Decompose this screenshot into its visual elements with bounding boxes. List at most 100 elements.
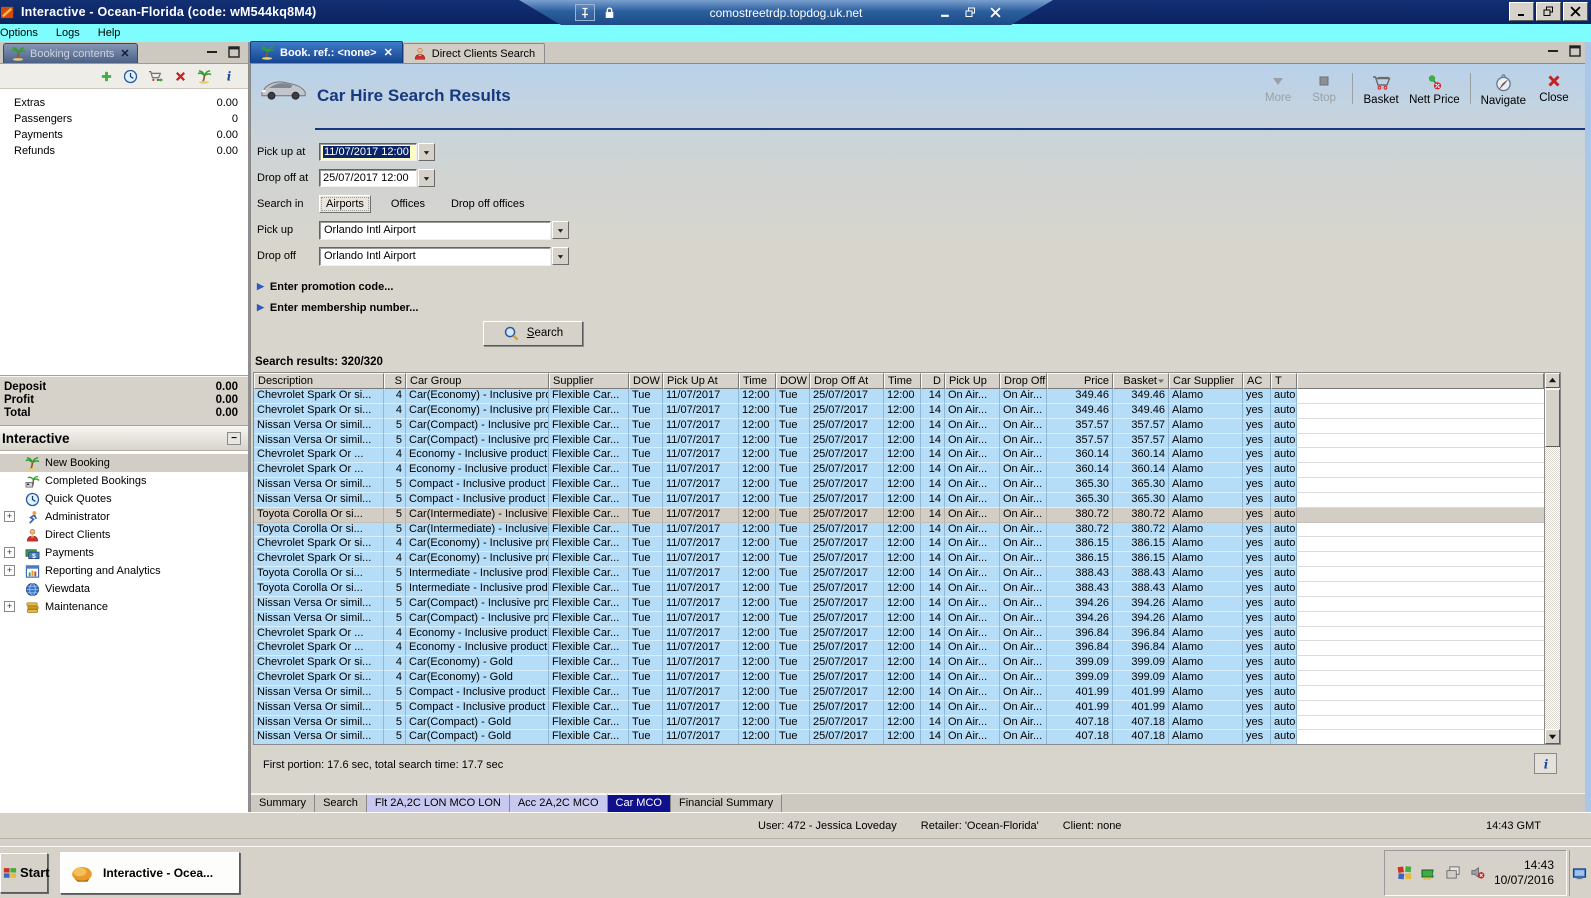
results-row[interactable]: Nissan Versa Or simil...5Car(Compact) - …	[254, 730, 1544, 745]
column-header-pick-up-at[interactable]: Pick Up At	[663, 373, 739, 389]
rdp-restore-button[interactable]	[965, 7, 976, 18]
palm-icon[interactable]	[197, 69, 212, 84]
column-header-dow[interactable]: DOW	[776, 373, 810, 389]
search-in-option-offices[interactable]: Offices	[385, 196, 431, 212]
close-button[interactable]: Close	[1531, 70, 1577, 107]
sidebar-item-viewdata[interactable]: Viewdata	[0, 580, 248, 598]
column-header-pick-up[interactable]: Pick Up	[945, 373, 1000, 389]
window-restore-button[interactable]	[1536, 2, 1561, 21]
menu-item-help[interactable]: Help	[89, 26, 130, 40]
results-row[interactable]: Nissan Versa Or simil...5Car(Compact) - …	[254, 434, 1544, 449]
results-row[interactable]: Chevrolet Spark Or si...4Car(Economy) - …	[254, 552, 1544, 567]
column-header-supplier[interactable]: Supplier	[549, 373, 629, 389]
close-icon[interactable]: ✕	[384, 46, 393, 59]
nett-price-button[interactable]: Nett Price	[1404, 70, 1465, 107]
bottom-tab-car-mco[interactable]: Car MCO	[608, 794, 671, 812]
results-row[interactable]: Nissan Versa Or simil...5Compact - Inclu…	[254, 493, 1544, 508]
navigate-button[interactable]: Navigate	[1476, 70, 1531, 107]
close-icon[interactable]: ✕	[120, 47, 129, 60]
dropoff-combo[interactable]: Orlando Intl Airport	[319, 247, 551, 266]
info-button[interactable]: i	[1534, 753, 1557, 774]
results-row[interactable]: Chevrolet Spark Or si...4Car(Economy) - …	[254, 671, 1544, 686]
results-row[interactable]: Chevrolet Spark Or si...4Car(Economy) - …	[254, 389, 1544, 404]
panel-maximize-icon[interactable]	[228, 46, 240, 58]
column-header-time[interactable]: Time	[884, 373, 921, 389]
results-row[interactable]: Toyota Corolla Or si...5Intermediate - I…	[254, 582, 1544, 597]
sidebar-item-reporting-and-analytics[interactable]: +Reporting and Analytics	[0, 562, 248, 580]
menu-item-options[interactable]: Options	[0, 26, 47, 40]
promotion-code-expander[interactable]: ▶ Enter promotion code...	[257, 276, 1585, 297]
session-icon[interactable]	[1446, 865, 1461, 880]
results-row[interactable]: Nissan Versa Or simil...5Car(Compact) - …	[254, 612, 1544, 627]
sidebar-item-maintenance[interactable]: +Maintenance	[0, 598, 248, 616]
delete-icon[interactable]	[174, 70, 187, 83]
sidebar-item-new-booking[interactable]: New Booking	[0, 454, 248, 472]
taskbar-task-interactive[interactable]: Interactive - Ocea...	[60, 852, 240, 894]
sidebar-item-payments[interactable]: +$Payments	[0, 544, 248, 562]
column-header-car-supplier[interactable]: Car Supplier	[1169, 373, 1243, 389]
membership-number-expander[interactable]: ▶ Enter membership number...	[257, 297, 1585, 318]
pickup-combo-dropdown-button[interactable]	[552, 221, 569, 239]
dropoff-combo-dropdown-button[interactable]	[552, 247, 569, 265]
dropoff-at-dropdown-button[interactable]	[418, 169, 435, 187]
panel-minimize-icon[interactable]	[1547, 45, 1559, 57]
dropoff-at-field[interactable]: 25/07/2017 12:00	[319, 169, 417, 187]
results-row[interactable]: Toyota Corolla Or si...5Car(Intermediate…	[254, 523, 1544, 538]
bottom-tab-financial-summary[interactable]: Financial Summary	[671, 794, 782, 812]
network-icon[interactable]	[1421, 865, 1437, 881]
pickup-at-field[interactable]: 11/07/2017 12:00	[319, 143, 417, 161]
expand-plus-icon[interactable]: +	[4, 511, 15, 522]
sidebar-item-administrator[interactable]: +Administrator	[0, 508, 248, 526]
results-row[interactable]: Nissan Versa Or simil...5Car(Compact) - …	[254, 716, 1544, 731]
panel-minimize-icon[interactable]	[206, 46, 218, 58]
search-in-option-drop-off-offices[interactable]: Drop off offices	[445, 196, 531, 212]
basket-go-icon[interactable]	[148, 69, 164, 83]
sidebar-item-quick-quotes[interactable]: Quick Quotes	[0, 490, 248, 508]
column-header-description[interactable]: Description	[254, 373, 384, 389]
expand-plus-icon[interactable]: +	[4, 547, 15, 558]
tab-book-ref-none-[interactable]: Book. ref.: <none>✕	[250, 41, 403, 63]
column-header-time[interactable]: Time	[739, 373, 776, 389]
sidebar-item-direct-clients[interactable]: Direct Clients	[0, 526, 248, 544]
results-row[interactable]: Nissan Versa Or simil...5Compact - Inclu…	[254, 478, 1544, 493]
add-icon[interactable]	[100, 70, 113, 83]
tab-direct-clients-search[interactable]: Direct Clients Search	[403, 43, 545, 63]
results-row[interactable]: Chevrolet Spark Or si...4Car(Economy) - …	[254, 404, 1544, 419]
search-in-option-airports[interactable]: Airports	[319, 195, 371, 213]
show-desktop-icon[interactable]	[1569, 850, 1589, 896]
results-row[interactable]: Toyota Corolla Or si...5Intermediate - I…	[254, 567, 1544, 582]
menu-item-logs[interactable]: Logs	[47, 26, 89, 40]
bottom-tab-flt-2a-2c-lon-mco-lon[interactable]: Flt 2A,2C LON MCO LON	[367, 794, 510, 812]
bottom-tab-summary[interactable]: Summary	[251, 794, 315, 812]
pickup-combo[interactable]: Orlando Intl Airport	[319, 221, 551, 240]
results-row[interactable]: Chevrolet Spark Or ...4Economy - Inclusi…	[254, 463, 1544, 478]
column-header-t[interactable]: T	[1271, 373, 1297, 389]
clock-globe-icon[interactable]	[123, 69, 138, 84]
pickup-at-dropdown-button[interactable]	[418, 143, 435, 161]
rdp-minimize-button[interactable]	[940, 7, 951, 18]
vertical-scrollbar[interactable]	[1544, 373, 1560, 744]
column-header-car-group[interactable]: Car Group	[406, 373, 549, 389]
panel-maximize-icon[interactable]	[1569, 45, 1581, 57]
muted-speaker-icon[interactable]	[1470, 865, 1485, 880]
column-header-dow[interactable]: DOW	[629, 373, 663, 389]
scrollbar-thumb[interactable]	[1545, 389, 1560, 447]
results-row[interactable]: Chevrolet Spark Or ...4Economy - Inclusi…	[254, 448, 1544, 463]
scroll-down-button[interactable]	[1545, 729, 1560, 744]
window-close-button[interactable]	[1563, 2, 1588, 21]
app-grid-icon[interactable]	[1397, 865, 1412, 880]
scroll-up-button[interactable]	[1545, 373, 1560, 388]
window-minimize-button[interactable]	[1509, 2, 1534, 21]
tab-booking-contents[interactable]: Booking contents ✕	[3, 43, 138, 63]
expand-plus-icon[interactable]: +	[4, 565, 15, 576]
results-row[interactable]: Chevrolet Spark Or ...4Economy - Inclusi…	[254, 641, 1544, 656]
column-header-drop-off-at[interactable]: Drop Off At	[810, 373, 884, 389]
column-header-ac[interactable]: AC	[1243, 373, 1271, 389]
info-icon[interactable]: i	[222, 69, 236, 83]
bottom-tab-acc-2a-2c-mco[interactable]: Acc 2A,2C MCO	[510, 794, 608, 812]
column-header-s[interactable]: S	[384, 373, 406, 389]
bottom-tab-search[interactable]: Search	[315, 794, 367, 812]
column-header-drop-off[interactable]: Drop Off	[1000, 373, 1047, 389]
results-row[interactable]: Chevrolet Spark Or ...4Economy - Inclusi…	[254, 627, 1544, 642]
collapse-nav-button[interactable]: −	[227, 432, 241, 445]
